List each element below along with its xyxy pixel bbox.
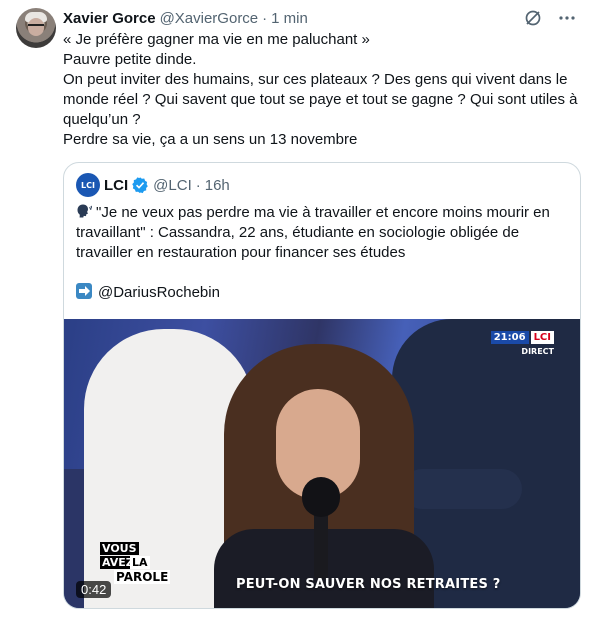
quoted-text: "Je ne veux pas perdre ma vie à travaill…	[76, 203, 568, 303]
tweet-actions-top	[523, 8, 577, 28]
more-icon[interactable]	[557, 8, 577, 28]
show-logo-word: LA	[130, 556, 150, 569]
quoted-avatar[interactable]: LCI	[76, 173, 100, 197]
microphone	[302, 477, 340, 517]
live-label: DIRECT	[521, 347, 554, 356]
right-arrow-icon	[76, 283, 92, 299]
background-person-arm	[402, 469, 522, 509]
speaking-head-icon	[77, 204, 92, 218]
verified-badge-icon	[132, 177, 148, 194]
quoted-author-handle[interactable]: @LCI	[153, 177, 192, 194]
video-duration: 0:42	[76, 581, 112, 598]
microphone-handle	[314, 509, 328, 579]
tweet-header: Xavier Gorce @XavierGorce · 1 min	[63, 8, 308, 28]
author-handle[interactable]: @XavierGorce	[160, 10, 259, 27]
video-player[interactable]: 21:06 LCI DIRECT VOUS AVEZ LA PAROLE PEU…	[64, 319, 580, 608]
quoted-body: "Je ne veux pas perdre ma vie à travaill…	[76, 204, 555, 261]
quoted-tweet[interactable]: LCI LCI @LCI · 16h "Je ne veux pas perdr…	[63, 162, 581, 609]
tweet-line: Pauvre petite dinde.	[63, 51, 197, 68]
tweet-line: « Je préfère gagner ma vie en me palucha…	[63, 31, 370, 48]
lower-third-banner: PEUT-ON SAUVER NOS RETRAITES ?	[236, 577, 501, 592]
show-logo-word: VOUS	[100, 542, 139, 555]
show-logo-word: PAROLE	[114, 570, 171, 584]
tweet-line: Perdre sa vie, ça a un sens un 13 novemb…	[63, 131, 358, 148]
quoted-author-name[interactable]: LCI	[104, 177, 128, 194]
mention-link[interactable]: @DariusRochebin	[98, 284, 220, 301]
tweet-line: On peut inviter des humains, sur ces pla…	[63, 71, 582, 128]
quoted-timestamp[interactable]: 16h	[205, 177, 230, 194]
broadcast-clock: 21:06	[490, 331, 529, 344]
channel-logo: LCI	[530, 331, 554, 344]
separator-dot: ·	[262, 9, 268, 27]
lci-logo-text: LCI	[81, 180, 95, 190]
separator-dot: ·	[195, 176, 201, 194]
avatar[interactable]	[16, 8, 56, 48]
timestamp[interactable]: 1 min	[271, 10, 308, 27]
channel-bug: 21:06 LCI	[490, 331, 554, 344]
tweet-text: « Je préfère gagner ma vie en me palucha…	[63, 30, 583, 150]
quoted-header: LCI LCI @LCI · 16h	[76, 173, 230, 197]
author-name[interactable]: Xavier Gorce	[63, 10, 156, 27]
slash-circle-icon[interactable]	[523, 8, 543, 28]
